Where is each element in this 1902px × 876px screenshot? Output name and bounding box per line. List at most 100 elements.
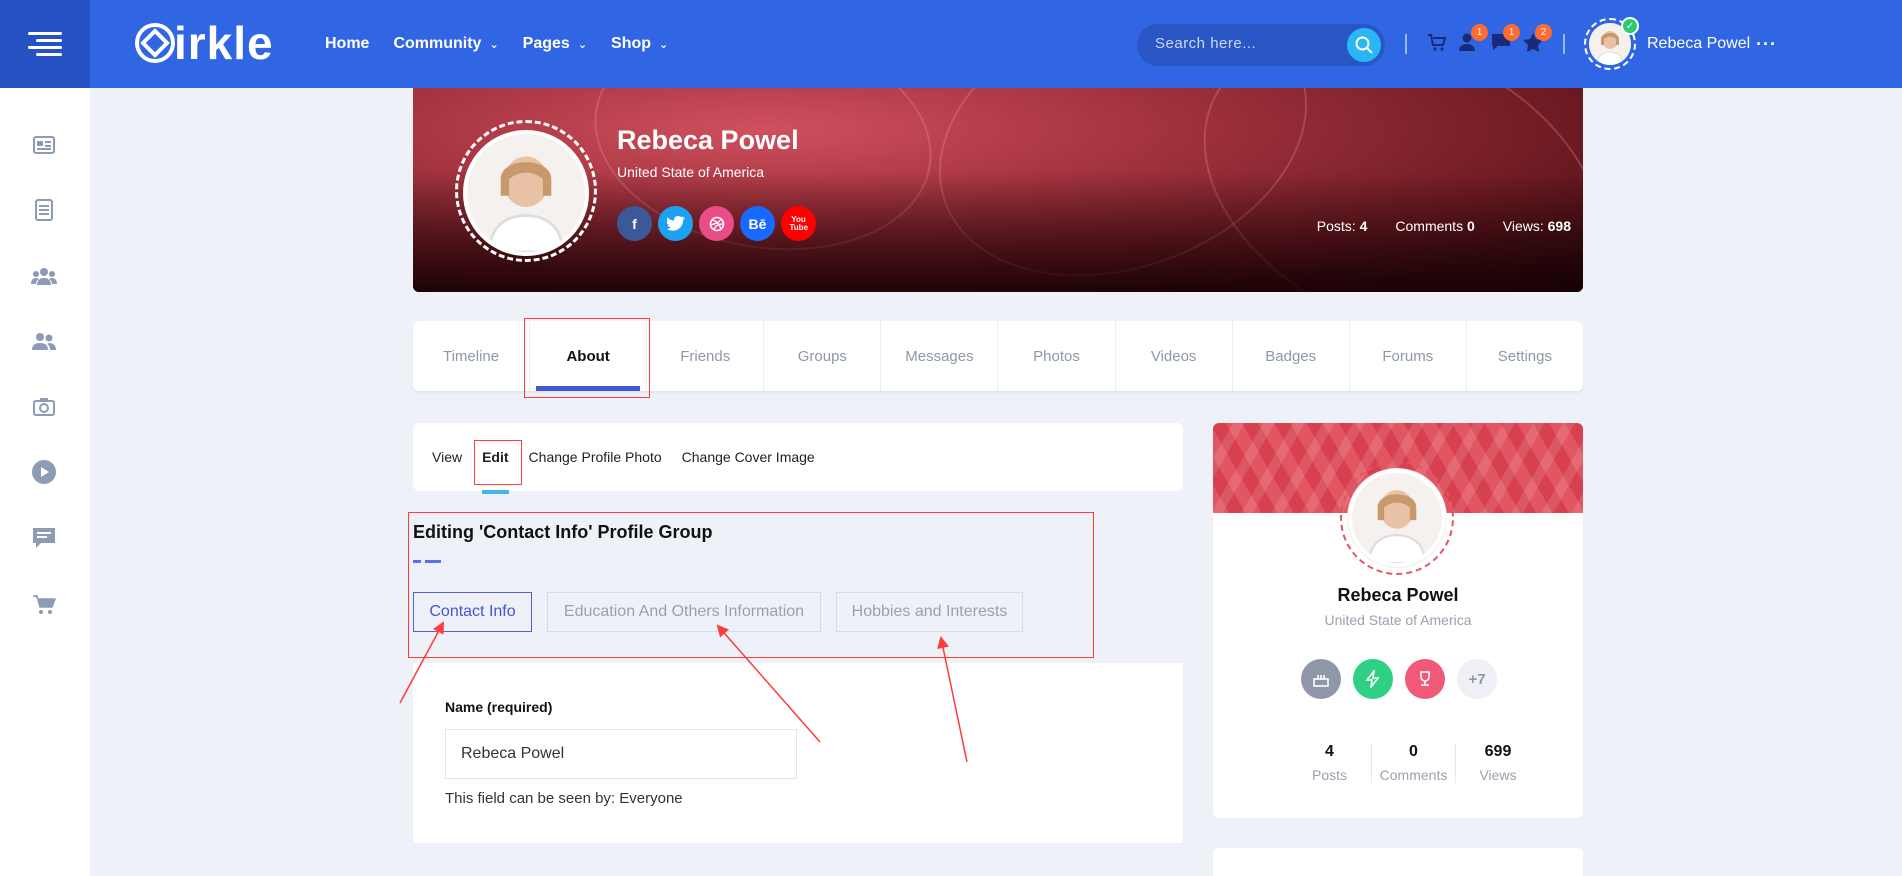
tab-photos[interactable]: Photos — [998, 321, 1116, 391]
trophy-icon — [1420, 671, 1430, 686]
widget-avatar[interactable] — [1348, 469, 1446, 567]
twitter-icon — [666, 216, 685, 231]
stat-views: Views: 698 — [1503, 218, 1571, 234]
widget-name[interactable]: Rebeca Powel — [1213, 585, 1583, 606]
nav-pages-label: Pages — [522, 35, 570, 52]
group-tab-education[interactable]: Education And Others Information — [547, 592, 821, 632]
field-visibility-hint: This field can be seen by: Everyone — [445, 790, 683, 807]
header-divider — [1405, 34, 1407, 54]
nav-pages[interactable]: Pages ⌄ — [523, 35, 587, 53]
social-links: f Bē You Tube — [617, 206, 816, 241]
search-input[interactable] — [1155, 35, 1335, 52]
friend-requests-badge: 1 — [1471, 24, 1488, 41]
youtube-link[interactable]: You Tube — [781, 206, 816, 241]
nav-shop[interactable]: Shop ⌄ — [611, 35, 668, 53]
more-options-button[interactable]: ··· — [1756, 34, 1777, 55]
stat-comments-value: 0 — [1466, 218, 1475, 234]
tab-timeline[interactable]: Timeline — [413, 321, 531, 391]
nav-home[interactable]: Home — [325, 35, 369, 53]
tab-forums[interactable]: Forums — [1350, 321, 1467, 391]
tab-about[interactable]: About — [530, 321, 648, 391]
subnav-change-profile-photo[interactable]: Change Profile Photo — [529, 449, 662, 465]
badge-cake[interactable] — [1301, 659, 1341, 699]
newsfeed-icon — [33, 136, 55, 154]
sidebar-item-groups[interactable] — [29, 261, 59, 291]
profile-avatar[interactable] — [463, 130, 589, 256]
stat-posts-label: Posts: — [1316, 218, 1356, 234]
logo-mark-icon — [135, 23, 175, 63]
behance-link[interactable]: Bē — [740, 206, 775, 241]
site-logo[interactable]: irkle — [134, 17, 274, 69]
menu-toggle-button[interactable] — [0, 0, 90, 88]
name-field-label: Name (required) — [445, 699, 553, 715]
stat-posts: Posts: 4 — [1317, 218, 1368, 234]
sidebar-item-newsfeed[interactable] — [29, 130, 59, 160]
dribbble-icon — [709, 216, 724, 231]
widget-stat-value: 0 — [1409, 743, 1418, 760]
photos-icon — [33, 398, 55, 416]
lightning-icon — [1365, 670, 1380, 688]
widget-stat-value: 699 — [1484, 743, 1512, 760]
title-underline — [413, 560, 441, 563]
badge-lightning[interactable] — [1353, 659, 1393, 699]
main-nav: Home Community ⌄ Pages ⌄ Shop ⌄ — [325, 0, 692, 88]
friend-requests-button[interactable]: 1 — [1458, 24, 1488, 57]
blog-icon — [35, 199, 53, 221]
nav-community[interactable]: Community ⌄ — [393, 35, 498, 53]
profile-name: Rebeca Powel — [617, 125, 799, 155]
youtube-icon: You Tube — [789, 214, 809, 232]
sidebar-item-blog[interactable] — [29, 195, 59, 225]
chevron-down-icon: ⌄ — [489, 38, 499, 51]
left-sidebar — [0, 88, 90, 876]
subnav-view[interactable]: View — [432, 449, 462, 465]
messages-button[interactable]: 1 — [1490, 24, 1520, 57]
hamburger-icon — [28, 32, 62, 56]
notifications-badge: 2 — [1535, 24, 1552, 41]
group-tab-contact-info[interactable]: Contact Info — [413, 592, 532, 632]
subnav-change-cover-image[interactable]: Change Cover Image — [682, 449, 815, 465]
editing-title: Editing 'Contact Info' Profile Group — [413, 522, 713, 542]
search-button[interactable] — [1347, 28, 1381, 62]
tab-friends[interactable]: Friends — [647, 321, 765, 391]
badge-trophy[interactable] — [1405, 659, 1445, 699]
sidebar-item-members[interactable] — [29, 326, 59, 356]
subnav-edit[interactable]: Edit — [482, 449, 510, 494]
cart-button[interactable] — [1427, 32, 1447, 57]
widget-stat-value: 4 — [1325, 743, 1334, 760]
sidebar-item-forums[interactable] — [29, 523, 59, 553]
play-icon — [32, 460, 56, 484]
facebook-link[interactable]: f — [617, 206, 652, 241]
members-icon — [32, 333, 56, 350]
sidebar-item-photos[interactable] — [29, 392, 59, 422]
forum-icon — [33, 528, 55, 548]
sidebar-item-shop[interactable] — [29, 589, 59, 619]
groups-icon — [31, 268, 57, 285]
dribbble-link[interactable] — [699, 206, 734, 241]
tab-messages[interactable]: Messages — [881, 321, 999, 391]
stat-views-value: 698 — [1547, 218, 1571, 234]
widget-stat-label: Comments — [1379, 767, 1448, 783]
twitter-link[interactable] — [658, 206, 693, 241]
tab-groups[interactable]: Groups — [764, 321, 882, 391]
tab-badges[interactable]: Badges — [1233, 321, 1350, 391]
profile-location: United State of America — [617, 164, 765, 180]
about-subnav-card: View Edit Change Profile Photo Change Co… — [413, 423, 1183, 494]
badge-more[interactable]: +7 — [1457, 659, 1497, 699]
online-status-icon: ✓ — [1621, 17, 1639, 35]
header-user-name[interactable]: Rebeca Powel — [1647, 35, 1750, 53]
chevron-down-icon: ⌄ — [577, 38, 588, 51]
tab-videos[interactable]: Videos — [1116, 321, 1233, 391]
about-subnav: View Edit Change Profile Photo Change Co… — [432, 449, 835, 494]
search-icon — [1355, 36, 1373, 54]
name-input[interactable] — [445, 729, 797, 779]
notifications-button[interactable]: 2 — [1522, 24, 1552, 57]
widget-location: United State of America — [1324, 612, 1472, 628]
group-tab-hobbies[interactable]: Hobbies and Interests — [836, 592, 1023, 632]
widget-stat-label: Views — [1479, 767, 1517, 783]
widget-stat-label: Posts — [1311, 767, 1347, 783]
sidebar-item-videos[interactable] — [29, 457, 59, 487]
top-header: irkle Home Community ⌄ Pages ⌄ Shop ⌄ 1 1 2… — [0, 0, 1902, 88]
tab-settings[interactable]: Settings — [1467, 321, 1583, 391]
search-box — [1137, 24, 1385, 66]
avatar-image — [1352, 473, 1442, 563]
